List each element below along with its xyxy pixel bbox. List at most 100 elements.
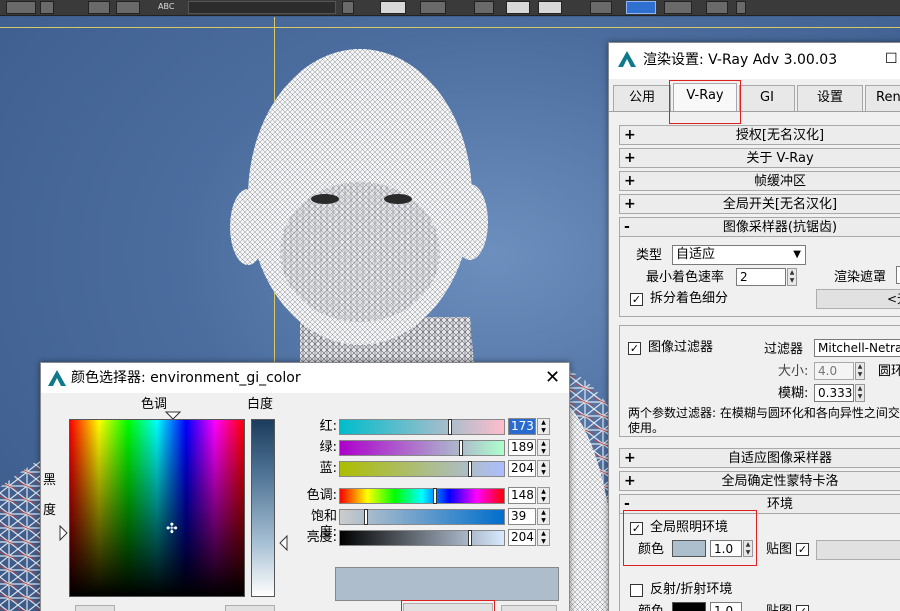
- green-value-input[interactable]: 189: [508, 439, 536, 456]
- maximize-icon[interactable]: ☐: [885, 51, 898, 67]
- curve-editor-icon[interactable]: [474, 1, 494, 14]
- tab-common[interactable]: 公用: [613, 85, 671, 111]
- value-value-input[interactable]: 204: [508, 529, 536, 546]
- slider-knob[interactable]: [468, 461, 472, 477]
- tab-render-elements[interactable]: Ren: [865, 85, 900, 111]
- min-shading-rate-input[interactable]: 2: [736, 268, 786, 286]
- reflection-map-checkbox[interactable]: ✓: [796, 605, 809, 611]
- red-spinner[interactable]: ▲ ▼: [537, 418, 550, 435]
- render-mask-object-button[interactable]: <无: [816, 289, 900, 309]
- blackness-marker-icon[interactable]: [59, 525, 68, 541]
- gi-multiplier-input[interactable]: 1.0: [710, 540, 742, 557]
- rollout-image-sampler[interactable]: - 图像采样器(抗锯齿): [619, 217, 900, 237]
- render-icon[interactable]: [664, 1, 692, 14]
- bind-icon[interactable]: [88, 1, 110, 14]
- material-editor-icon[interactable]: [538, 1, 562, 14]
- main-toolbar: ABC: [0, 0, 900, 16]
- rollout-global-switches[interactable]: + 全局开关[无名汉化]: [619, 194, 900, 214]
- reflection-color-swatch[interactable]: [672, 602, 706, 611]
- hue-spinner[interactable]: ▲ ▼: [537, 487, 550, 504]
- reset-button[interactable]: [225, 605, 275, 611]
- render-cloud-icon[interactable]: [706, 1, 728, 14]
- render-mask-select[interactable]: [896, 266, 900, 284]
- tab-gi[interactable]: GI: [739, 85, 795, 111]
- render-tabs: 公用 V-Ray GI 设置 Ren: [609, 79, 900, 112]
- blue-value-input[interactable]: 204: [508, 460, 536, 477]
- cancel-button[interactable]: [501, 605, 557, 611]
- abc-icon[interactable]: ABC: [158, 0, 174, 14]
- close-icon[interactable]: ✕: [545, 369, 560, 387]
- rollout-label: 环境: [766, 497, 793, 512]
- layer-icon[interactable]: [420, 1, 446, 14]
- mirror-icon[interactable]: [342, 1, 354, 14]
- image-filter-checkbox[interactable]: ✓: [628, 342, 641, 355]
- rollout-environment[interactable]: - 环境: [619, 494, 900, 514]
- slider-knob[interactable]: [448, 419, 452, 435]
- gi-map-checkbox[interactable]: ✓: [796, 543, 809, 556]
- filter-blur-input[interactable]: 0.333: [814, 384, 854, 402]
- hue-blackness-spectrum[interactable]: ✣: [69, 419, 245, 597]
- gi-color-label: 颜色: [638, 542, 665, 557]
- value-label: 亮度:: [306, 530, 337, 545]
- gi-multiplier-spinner[interactable]: ▲ ▼: [743, 540, 753, 557]
- filter-size-input[interactable]: 4.0: [814, 362, 854, 380]
- rollout-sign: -: [624, 219, 630, 235]
- slider-knob[interactable]: [364, 509, 368, 525]
- slider-knob[interactable]: [468, 530, 472, 546]
- slider-knob[interactable]: [433, 488, 437, 504]
- render-setup-icon[interactable]: [590, 1, 612, 14]
- value-slider[interactable]: [339, 530, 505, 546]
- toolbar-more-icon[interactable]: [736, 1, 746, 14]
- sampler-type-select[interactable]: 自适应 ▼: [672, 245, 806, 265]
- eyedropper-button[interactable]: [75, 605, 115, 611]
- filter-blur-spinner[interactable]: ▲ ▼: [855, 384, 865, 402]
- render-frame-icon[interactable]: [626, 1, 656, 14]
- ok-button[interactable]: [403, 603, 493, 611]
- red-slider[interactable]: [339, 419, 505, 435]
- gi-map-button[interactable]: [816, 540, 900, 560]
- filter-size-spinner[interactable]: ▲ ▼: [855, 362, 865, 380]
- gi-map-label: 贴图: [766, 542, 793, 557]
- value-spinner[interactable]: ▲ ▼: [537, 529, 550, 546]
- blue-slider[interactable]: [339, 461, 505, 477]
- rollout-about-vray[interactable]: + 关于 V-Ray: [619, 148, 900, 168]
- filter-label: 过滤器: [764, 342, 804, 357]
- saturation-slider[interactable]: [339, 509, 505, 525]
- render-settings-titlebar[interactable]: 渲染设置: V-Ray Adv 3.00.03 ☐: [609, 43, 900, 79]
- schematic-icon[interactable]: [506, 1, 530, 14]
- color-picker-titlebar[interactable]: 颜色选择器: environment_gi_color ✕: [41, 363, 569, 393]
- whiteness-marker-icon[interactable]: [279, 535, 288, 551]
- red-value-input[interactable]: 173: [508, 418, 536, 435]
- tab-vray[interactable]: V-Ray: [673, 83, 737, 111]
- rollout-label: 全局确定性蒙特卡洛: [721, 474, 839, 489]
- filter-icon[interactable]: [116, 1, 140, 14]
- rollout-global-dmc[interactable]: + 全局确定性蒙特卡洛: [619, 471, 900, 491]
- tab-settings[interactable]: 设置: [797, 85, 863, 111]
- saturation-spinner[interactable]: ▲ ▼: [537, 508, 550, 525]
- color-picker-dialog: 颜色选择器: environment_gi_color ✕ 色调 白度 黑 度 …: [40, 362, 570, 611]
- reflection-multiplier-input[interactable]: 1.0: [710, 602, 742, 611]
- rollout-authorization[interactable]: + 授权[无名汉化]: [619, 125, 900, 145]
- filter-select[interactable]: Mitchell-Netravali: [814, 339, 900, 357]
- align-icon[interactable]: [380, 1, 406, 14]
- green-spinner[interactable]: ▲ ▼: [537, 439, 550, 456]
- select-link-icon[interactable]: [6, 1, 36, 14]
- rollout-frame-buffer[interactable]: + 帧缓冲区: [619, 171, 900, 191]
- green-slider[interactable]: [339, 440, 505, 456]
- whiteness-bar[interactable]: [251, 419, 275, 597]
- split-shading-label: 拆分着色细分: [650, 291, 729, 306]
- reflection-environment-checkbox[interactable]: [630, 584, 643, 597]
- blue-spinner[interactable]: ▲ ▼: [537, 460, 550, 477]
- saturation-value-input[interactable]: 39: [508, 508, 536, 525]
- hue-value-input[interactable]: 148: [508, 487, 536, 504]
- rollout-adaptive-sampler[interactable]: + 自适应图像采样器: [619, 448, 900, 468]
- split-shading-checkbox[interactable]: ✓: [630, 293, 643, 306]
- named-selection-field[interactable]: [188, 1, 336, 14]
- min-shading-rate-spinner[interactable]: ▲ ▼: [787, 268, 797, 286]
- hue-slider[interactable]: [339, 488, 505, 504]
- gi-color-swatch[interactable]: [672, 540, 706, 557]
- slider-knob[interactable]: [459, 440, 463, 456]
- gi-environment-checkbox[interactable]: ✓: [630, 522, 643, 535]
- unlink-icon[interactable]: [40, 1, 54, 14]
- rollout-sign: +: [624, 127, 636, 143]
